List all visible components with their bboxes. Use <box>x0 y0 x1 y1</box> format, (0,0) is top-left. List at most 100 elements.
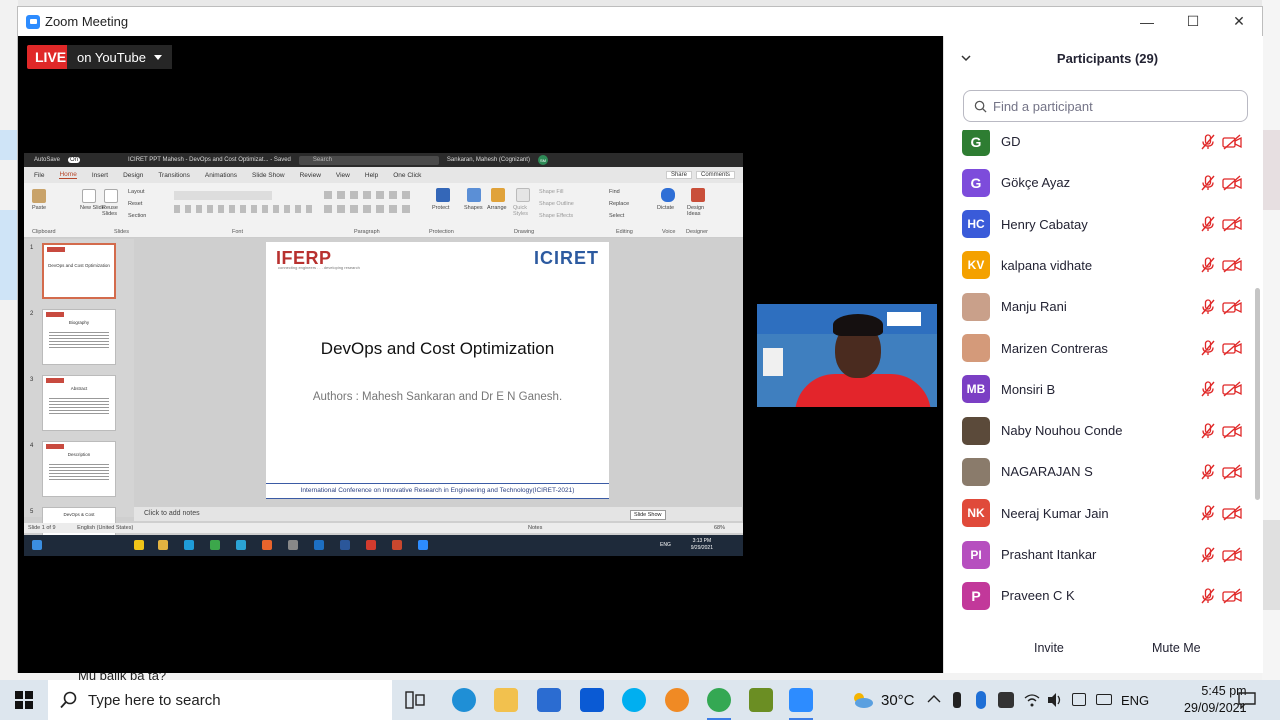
mic-muted-icon[interactable] <box>1200 464 1216 480</box>
live-destination-dropdown[interactable]: on YouTube <box>67 45 172 69</box>
mic-muted-icon[interactable] <box>1200 175 1216 191</box>
desktop-right-strip <box>1262 0 1280 680</box>
new-slide-icon <box>82 189 96 203</box>
mic-muted-icon[interactable] <box>1200 299 1216 315</box>
mic-muted-icon[interactable] <box>1200 257 1216 273</box>
dropbox-tray-icon[interactable] <box>998 692 1014 708</box>
volume-icon[interactable] <box>1047 692 1063 708</box>
video-off-icon[interactable] <box>1222 588 1242 604</box>
wifi-icon[interactable] <box>1024 692 1040 708</box>
participant-scrollbar[interactable] <box>1255 288 1260 500</box>
shared-screen[interactable]: AutoSave On ICIRET PPT Mahesh - DevOps a… <box>24 153 743 556</box>
edge-icon[interactable] <box>452 688 476 712</box>
participant-row[interactable]: P Praveen C K <box>944 575 1254 616</box>
ribbon-button: Shapes <box>464 205 483 211</box>
speaker-video[interactable] <box>757 304 937 407</box>
maximize-button[interactable]: ☐ <box>1170 7 1216 36</box>
bluetooth-icon[interactable] <box>976 691 986 709</box>
input-language[interactable]: ENG <box>1121 693 1149 708</box>
slide-thumbnail: Description <box>42 441 116 497</box>
mic-muted-icon[interactable] <box>1200 381 1216 397</box>
weather-icon[interactable] <box>850 690 874 710</box>
participant-name: kalpana vidhate <box>1001 257 1093 273</box>
ribbon-group: Clipboard <box>32 229 56 235</box>
paragraph-align-buttons <box>324 205 414 213</box>
mic-muted-icon[interactable] <box>1200 546 1216 563</box>
desktop-left-strip <box>0 0 18 680</box>
app-icon <box>184 540 194 550</box>
video-off-icon[interactable] <box>1222 505 1242 521</box>
participant-row[interactable]: Manju Rani <box>944 286 1254 327</box>
participant-row[interactable]: HC Henry Cabatay <box>944 204 1254 245</box>
video-off-icon[interactable] <box>1222 216 1242 232</box>
battery-icon[interactable] <box>1096 694 1112 705</box>
participant-search-box[interactable] <box>963 90 1248 122</box>
ppt-menu-item: File <box>34 171 45 179</box>
status-slide-count: Slide 1 of 9 <box>28 525 56 531</box>
participant-search-input[interactable] <box>993 98 1233 114</box>
ppt-menu-item: Design <box>123 171 144 179</box>
video-off-icon[interactable] <box>1222 464 1242 480</box>
mic-muted-icon[interactable] <box>1200 422 1216 439</box>
participant-row[interactable]: G GD <box>944 130 1254 162</box>
mic-muted-icon[interactable] <box>1200 133 1216 150</box>
chrome-icon[interactable] <box>707 688 731 720</box>
video-off-icon[interactable] <box>1222 381 1242 397</box>
ribbon-button: Shape Outline <box>539 201 574 207</box>
ppt-menu-bar: File Home Insert Design Transitions Anim… <box>24 167 743 183</box>
avatar: P <box>962 581 990 610</box>
mute-me-button[interactable]: Mute Me <box>1140 637 1213 659</box>
dropbox-icon[interactable] <box>580 688 604 712</box>
participant-row[interactable]: KV kalpana vidhate <box>944 245 1254 286</box>
zoom-taskbar-icon[interactable] <box>789 688 813 720</box>
mic-muted-icon[interactable] <box>1200 505 1216 521</box>
video-off-icon[interactable] <box>1222 175 1242 191</box>
invite-button[interactable]: Invite <box>1022 637 1076 659</box>
live-destination-label: on YouTube <box>77 49 146 65</box>
app-icon <box>210 540 220 550</box>
mail-icon[interactable] <box>537 688 561 712</box>
ribbon-button: Reuse Slides <box>102 205 118 217</box>
close-button[interactable]: ✕ <box>1216 7 1262 36</box>
file-explorer-icon[interactable] <box>494 688 518 712</box>
ppt-share-button: Share <box>665 171 692 179</box>
taskbar-search[interactable]: Type here to search <box>48 680 392 720</box>
participant-row[interactable]: MB Monsiri B <box>944 369 1254 410</box>
mic-muted-icon[interactable] <box>1200 588 1216 604</box>
windows-start-button[interactable] <box>0 680 48 720</box>
skype-icon[interactable] <box>622 688 646 712</box>
participant-row[interactable]: G Gökçe Ayaz <box>944 162 1254 203</box>
ribbon-group: Editing <box>616 229 633 235</box>
powerpoint-icon <box>392 540 402 550</box>
participant-row[interactable]: PI Prashant Itankar <box>944 534 1254 575</box>
weather-temp[interactable]: 30°C <box>881 692 915 709</box>
ribbon-group: Font <box>232 229 244 235</box>
ppt-menu-item: Review <box>299 171 321 179</box>
ribbon-button: Design Ideas <box>687 205 705 217</box>
notifications-icon[interactable] <box>1238 691 1256 709</box>
participant-row[interactable]: Naby Nouhou Conde <box>944 410 1254 451</box>
participant-row[interactable]: NAGARAJAN S <box>944 451 1254 492</box>
browser-icon[interactable] <box>665 688 689 712</box>
ribbon-button: Replace <box>609 201 630 207</box>
mic-muted-icon[interactable] <box>1200 216 1216 232</box>
video-off-icon[interactable] <box>1222 546 1242 563</box>
ppt-autosave: AutoSave <box>34 157 61 163</box>
display-icon[interactable] <box>1072 693 1086 706</box>
zoom-icon <box>418 540 428 550</box>
video-off-icon[interactable] <box>1222 340 1242 356</box>
participant-row[interactable]: Marizen Contreras <box>944 328 1254 369</box>
video-off-icon[interactable] <box>1222 423 1242 439</box>
app-icon[interactable] <box>749 688 773 712</box>
participant-list: G GD G Gökçe Ayaz HC Henry Cabatay KV kalpana v… <box>944 130 1254 624</box>
chevron-up-icon[interactable] <box>927 694 941 704</box>
video-off-icon[interactable] <box>1222 133 1242 150</box>
microphone-icon[interactable] <box>953 692 961 708</box>
video-off-icon[interactable] <box>1222 257 1242 273</box>
ribbon-button: Shape Fill <box>539 189 564 195</box>
participant-row[interactable]: NK Neeraj Kumar Jain <box>944 493 1254 534</box>
minimize-button[interactable]: — <box>1124 7 1170 36</box>
video-off-icon[interactable] <box>1222 299 1242 315</box>
mic-muted-icon[interactable] <box>1200 340 1216 356</box>
task-view-icon[interactable] <box>405 691 425 709</box>
